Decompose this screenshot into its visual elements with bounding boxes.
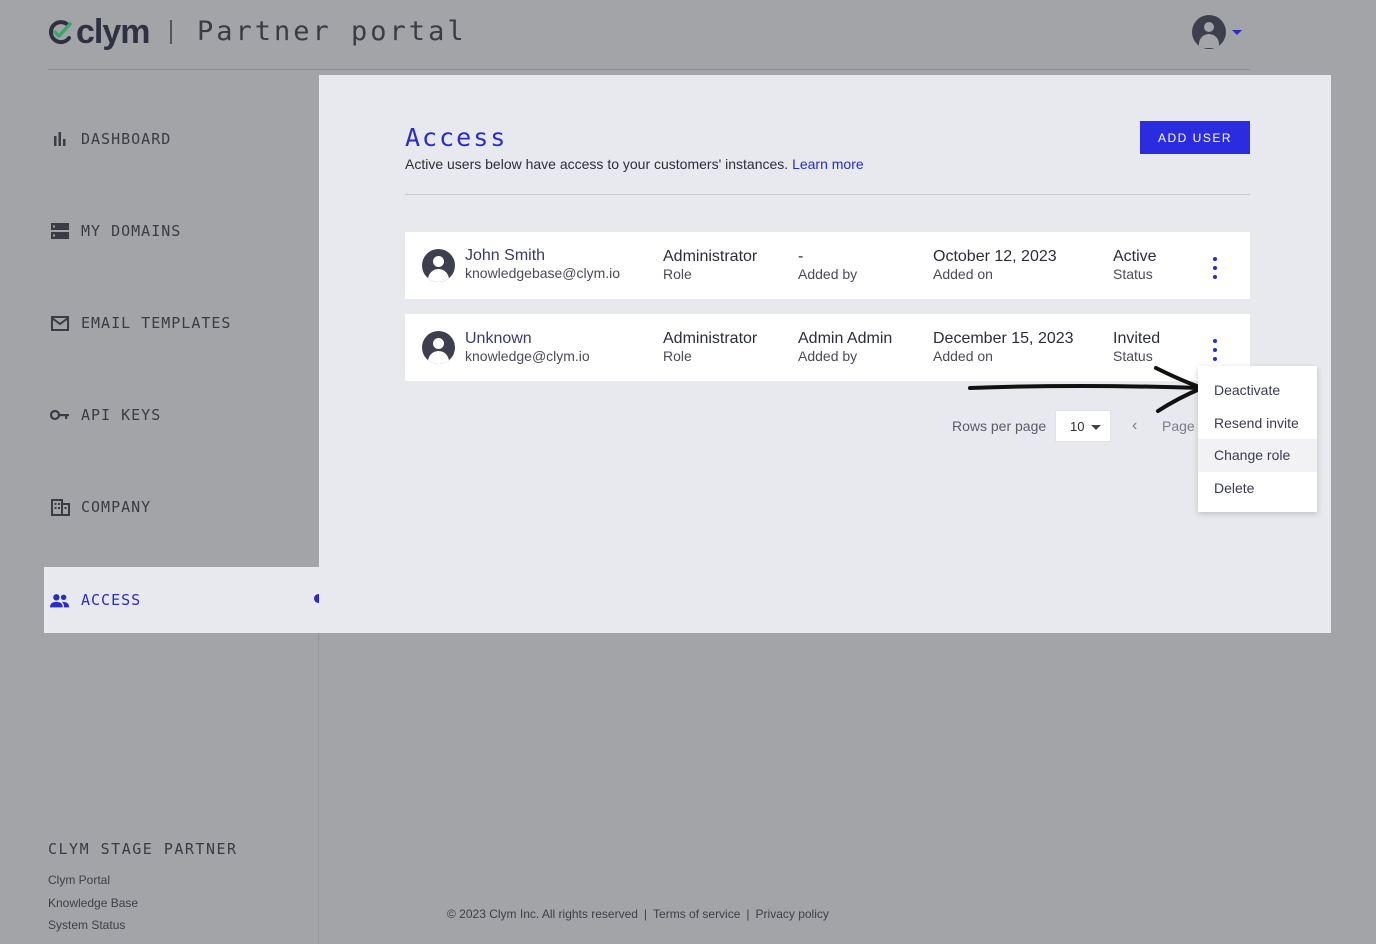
- added-by-label: Added by: [798, 348, 858, 364]
- add-user-button[interactable]: ADD USER: [1140, 121, 1250, 154]
- mail-icon: [50, 313, 70, 333]
- account-menu-button[interactable]: [1192, 15, 1242, 49]
- added-on-label: Added on: [933, 266, 993, 282]
- sidebar-item-label: COMPANY: [81, 498, 152, 516]
- role-label: Role: [663, 348, 692, 364]
- subtitle-text: Active users below have access to your c…: [405, 156, 789, 172]
- top-header: clym Partner portal: [48, 0, 1250, 70]
- sidebar-item-access[interactable]: ACCESS: [44, 567, 319, 633]
- page-label: Page: [1162, 418, 1195, 434]
- sidebar-item-api-keys[interactable]: API KEYS: [44, 382, 319, 448]
- status-value: Invited: [1113, 330, 1161, 347]
- table-row: John Smith knowledgebase@clym.io Adminis…: [405, 232, 1250, 299]
- user-cell: Unknown knowledge@clym.io: [465, 330, 590, 365]
- added-by-cell: - Added by: [798, 248, 857, 283]
- added-by-value: -: [798, 248, 804, 265]
- link-system-status[interactable]: System Status: [48, 918, 125, 932]
- added-on-cell: October 12, 2023 Added on: [933, 248, 1057, 283]
- user-name: Unknown: [465, 330, 532, 347]
- header-separator: [170, 20, 172, 44]
- user-cell: John Smith knowledgebase@clym.io: [465, 247, 620, 282]
- link-knowledge-base[interactable]: Knowledge Base: [48, 896, 138, 910]
- key-icon: [50, 405, 70, 425]
- added-on-cell: December 15, 2023 Added on: [933, 330, 1074, 365]
- menu-item-resend-invite[interactable]: Resend invite: [1198, 407, 1317, 440]
- previous-page-icon[interactable]: ‹: [1132, 417, 1137, 435]
- added-by-value: Admin Admin: [798, 330, 893, 347]
- menu-item-change-role[interactable]: Change role: [1198, 439, 1317, 472]
- added-by-cell: Admin Admin Added by: [798, 330, 892, 365]
- bar-chart-icon: [50, 129, 70, 149]
- main-panel: Access Active users below have access to…: [319, 75, 1331, 633]
- status-cell: Invited Status: [1113, 330, 1160, 365]
- role-label: Role: [663, 266, 692, 282]
- clym-logo[interactable]: clym: [48, 12, 150, 52]
- user-email: knowledgebase@clym.io: [465, 265, 621, 281]
- menu-item-deactivate[interactable]: Deactivate: [1198, 374, 1317, 407]
- partner-name: CLYM STAGE PARTNER: [48, 840, 238, 858]
- added-by-label: Added by: [798, 266, 858, 282]
- role-cell: Administrator Role: [663, 330, 757, 365]
- portal-title: Partner portal: [197, 16, 467, 47]
- server-icon: [50, 221, 70, 241]
- sidebar-item-company[interactable]: COMPANY: [44, 474, 319, 540]
- page-subtitle: Active users below have access to your c…: [405, 156, 864, 172]
- sidebar-item-label: ACCESS: [81, 591, 142, 609]
- learn-more-link[interactable]: Learn more: [792, 156, 864, 172]
- sidebar-item-dashboard[interactable]: DASHBOARD: [44, 106, 319, 172]
- chevron-down-icon: [1091, 425, 1101, 430]
- sidebar-item-email-templates[interactable]: EMAIL TEMPLATES: [44, 290, 319, 356]
- status-label: Status: [1113, 266, 1153, 282]
- user-name: John Smith: [465, 247, 546, 264]
- footer-separator: |: [746, 907, 750, 921]
- logo-text: clym: [76, 12, 150, 51]
- sidebar-item-label: DASHBOARD: [81, 130, 172, 148]
- sidebar-item-my-domains[interactable]: MY DOMAINS: [44, 198, 319, 264]
- row-actions-kebab-icon[interactable]: [1205, 339, 1225, 361]
- people-icon: [50, 590, 70, 610]
- sidebar-item-label: MY DOMAINS: [81, 222, 182, 240]
- added-on-value: December 15, 2023: [933, 330, 1074, 347]
- terms-link[interactable]: Terms of service: [653, 907, 740, 921]
- added-on-value: October 12, 2023: [933, 248, 1057, 265]
- clym-logo-icon: [48, 20, 72, 45]
- footer-separator: |: [643, 907, 648, 921]
- copyright-text: © 2023 Clym Inc. All rights reserved: [447, 907, 638, 921]
- page-title: Access: [405, 123, 508, 152]
- user-email: knowledge@clym.io: [465, 348, 590, 364]
- annotation-arrow-icon: [968, 366, 1204, 413]
- header-divider: [405, 194, 1250, 195]
- sidebar-divider: [318, 633, 319, 944]
- sidebar-item-label: API KEYS: [81, 406, 162, 424]
- rows-per-page-label: Rows per page: [952, 418, 1047, 434]
- privacy-link[interactable]: Privacy policy: [756, 907, 829, 921]
- status-value: Active: [1113, 248, 1157, 265]
- added-on-label: Added on: [933, 348, 993, 364]
- sidebar-item-label: EMAIL TEMPLATES: [81, 314, 232, 332]
- row-actions-kebab-icon[interactable]: [1205, 257, 1225, 279]
- menu-item-delete[interactable]: Delete: [1198, 472, 1317, 505]
- link-clym-portal[interactable]: Clym Portal: [48, 873, 110, 887]
- status-label: Status: [1113, 348, 1153, 364]
- role-cell: Administrator Role: [663, 248, 757, 283]
- footer: © 2023 Clym Inc. All rights reserved | Ter…: [447, 907, 829, 921]
- account-avatar-icon: [1192, 15, 1226, 49]
- rows-per-page-value: 10: [1070, 418, 1085, 434]
- user-avatar-icon: [422, 331, 455, 364]
- user-avatar-icon: [422, 249, 455, 282]
- user-role: Administrator: [663, 248, 758, 265]
- building-icon: [50, 497, 70, 517]
- row-actions-menu: Deactivate Resend invite Change role Del…: [1198, 366, 1317, 512]
- chevron-down-icon: [1232, 29, 1242, 35]
- user-role: Administrator: [663, 330, 758, 347]
- status-cell: Active Status: [1113, 248, 1157, 283]
